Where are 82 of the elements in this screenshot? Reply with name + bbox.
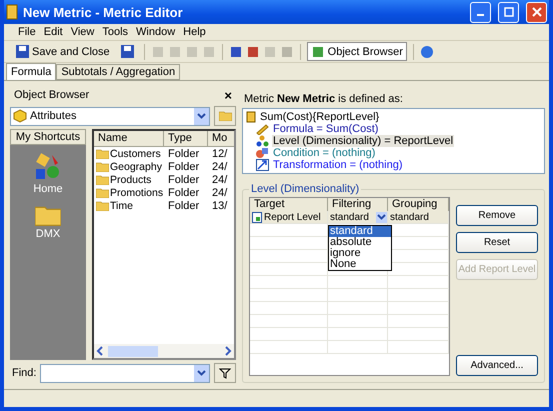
table-cell-text: Folder [167, 148, 200, 160]
table-cell: Report Level [250, 211, 328, 223]
column-header[interactable]: Filtering [328, 198, 388, 212]
table-cell-text: 24/ [211, 186, 228, 198]
group-title: Level (Dimensionality) [250, 183, 360, 195]
close-icon [532, 7, 542, 17]
list-item[interactable]: Time [94, 200, 164, 212]
table-cell-text: 13/ [211, 200, 228, 212]
folder-icon [35, 205, 61, 226]
maximize-button[interactable] [498, 2, 519, 22]
table-cell-text: Folder [167, 200, 200, 212]
filter-button[interactable] [214, 363, 236, 383]
table-cell-text: Folder [167, 174, 200, 186]
shortcut[interactable]: Home [31, 151, 65, 197]
table-cell-text: 24/ [211, 174, 228, 186]
horizontal-scrollbar[interactable] [94, 344, 234, 358]
save-and-close-button[interactable]: Save and Close [12, 42, 114, 61]
definition-heading: Metric New Metric is defined as: [243, 92, 404, 105]
maximize-icon [504, 7, 514, 17]
scroll-right-icon[interactable] [224, 346, 232, 356]
tree-item[interactable]: Level (Dimensionality) = ReportLevel [272, 135, 454, 147]
folder-icon [218, 111, 232, 121]
column-header[interactable]: Name [94, 131, 164, 147]
menu-item[interactable]: Edit [40, 26, 67, 38]
close-icon[interactable]: × [224, 88, 232, 102]
column-header[interactable]: Target [250, 198, 328, 212]
filtering-dropdown[interactable]: standard [328, 211, 388, 223]
find-label: Find: [12, 367, 36, 379]
table-cell-text: Folder [167, 160, 200, 172]
folder-icon [96, 200, 109, 210]
column-header[interactable]: Type [164, 131, 208, 147]
action-button[interactable]: Remove [456, 205, 538, 226]
tab[interactable]: Subtotals / Aggregation [56, 64, 180, 80]
menu-item[interactable]: Tools [98, 26, 132, 38]
object-browser-button[interactable]: Object Browser [306, 42, 407, 61]
shortcuts-header: My Shortcuts [10, 129, 86, 145]
save-icon [16, 45, 29, 58]
tab[interactable]: Formula [6, 63, 56, 80]
menu-item[interactable]: View [66, 26, 98, 38]
window-title: New Metric - Metric Editor [23, 4, 184, 20]
list-item[interactable]: Promotions [94, 186, 164, 198]
tree-item[interactable]: Formula = Sum(Cost) [272, 123, 380, 135]
table-cell-text: 24/ [211, 160, 228, 172]
report-icon [252, 212, 262, 222]
menu-item[interactable]: Help [179, 26, 210, 38]
minimize-icon [477, 14, 484, 16]
pencil-icon [256, 123, 269, 135]
shapes-icon [34, 153, 62, 181]
list-item[interactable]: Products [94, 174, 164, 186]
dropdown-option[interactable]: standard [329, 226, 391, 237]
shortcut[interactable]: DMX [33, 203, 63, 242]
tree-item[interactable]: Condition = (nothing) [272, 147, 376, 159]
menu-item[interactable]: File [14, 26, 40, 38]
column-header[interactable]: Grouping [388, 198, 449, 212]
list-item[interactable]: Customers [94, 148, 164, 160]
caret-icon [377, 214, 386, 220]
folder-icon [96, 162, 109, 172]
table-cell: standard [388, 211, 449, 223]
folder-icon [96, 174, 109, 184]
caret-icon [197, 113, 206, 119]
minimize-button[interactable] [470, 2, 491, 22]
advanced-button[interactable]: Advanced... [456, 355, 538, 376]
folder-dropdown[interactable]: Attributes [10, 106, 210, 126]
scroll-left-icon[interactable] [96, 346, 104, 356]
nodes-icon [256, 135, 269, 147]
tree-item[interactable]: Transformation = (nothing) [272, 159, 404, 171]
cube-icon [13, 109, 27, 123]
caret-icon [197, 370, 206, 376]
table-cell-text: Folder [167, 186, 200, 198]
arrow-icon [256, 159, 269, 171]
action-button[interactable]: Reset [456, 232, 538, 253]
shapes-icon [256, 147, 269, 159]
column-header[interactable]: Mo [208, 131, 234, 147]
list-item[interactable]: Geography [94, 160, 164, 172]
tree-item[interactable]: Sum(Cost){ReportLevel} [259, 111, 380, 123]
panel-title: Object Browser [14, 89, 90, 101]
filter-icon [219, 368, 231, 378]
close-button[interactable] [526, 2, 547, 22]
table-cell-text: 12/ [211, 148, 228, 160]
find-field[interactable] [40, 364, 210, 382]
folder-icon [96, 188, 109, 198]
menu-item[interactable]: Window [132, 26, 180, 38]
